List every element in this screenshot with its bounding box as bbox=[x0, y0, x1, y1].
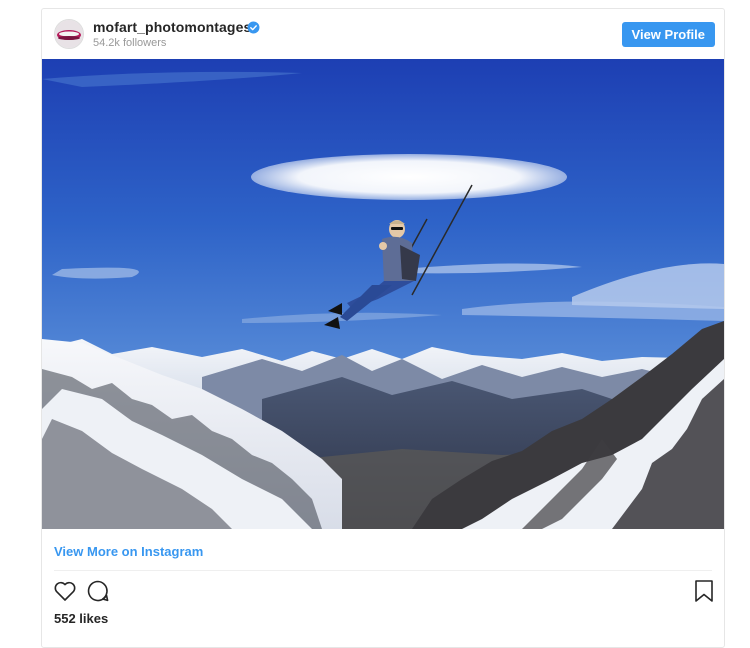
post-header: mofart_photomontages 54.2k followers Vie… bbox=[42, 9, 724, 59]
action-bar bbox=[42, 577, 724, 609]
follower-count: 54.2k followers bbox=[93, 37, 167, 49]
like-count: 552 likes bbox=[54, 611, 109, 626]
verified-badge-icon bbox=[247, 21, 260, 34]
heart-icon[interactable] bbox=[53, 579, 77, 603]
instagram-embed-card: mofart_photomontages 54.2k followers Vie… bbox=[41, 8, 725, 648]
divider bbox=[54, 570, 712, 571]
comment-icon[interactable] bbox=[86, 579, 110, 603]
view-more-on-instagram-link[interactable]: View More on Instagram bbox=[54, 544, 203, 559]
post-photo[interactable] bbox=[42, 59, 724, 529]
view-profile-button[interactable]: View Profile bbox=[621, 22, 715, 47]
bookmark-icon[interactable] bbox=[693, 579, 715, 603]
username[interactable]: mofart_photomontages bbox=[93, 19, 251, 35]
avatar[interactable] bbox=[54, 19, 84, 49]
